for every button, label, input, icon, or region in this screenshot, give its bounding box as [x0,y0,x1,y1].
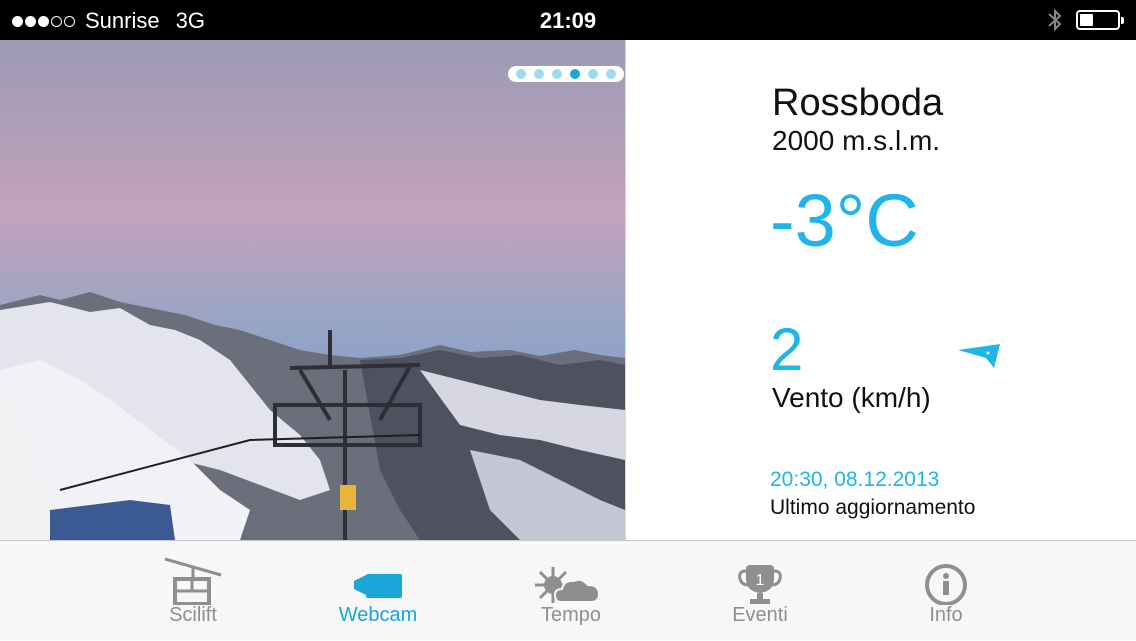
tab-scilift[interactable]: Scilift [133,541,253,641]
tab-tempo[interactable]: Tempo [511,541,631,641]
page-dot[interactable] [516,69,526,79]
last-update-time: 20:30, 08.12.2013 [770,468,940,491]
tab-webcam[interactable]: Webcam [318,541,438,641]
page-dot[interactable] [534,69,544,79]
page-dot[interactable] [588,69,598,79]
tab-label: Webcam [338,604,418,626]
trophy-icon: 1 [738,565,782,604]
trophy-badge: 1 [756,572,765,589]
cable-car-icon [164,557,222,605]
tab-label: Eventi [732,604,788,626]
page-indicator[interactable] [508,66,624,82]
status-bar: Sunrise 3G 21:09 [0,0,1136,40]
webcam-image[interactable] [0,40,625,540]
wind-label: Vento (km/h) [772,382,931,413]
camera-icon [354,574,402,598]
info-icon [925,564,967,605]
page-dot[interactable] [552,69,562,79]
wind-direction-icon [958,344,1000,368]
tab-label: Tempo [540,604,602,626]
weather-panel: Rossboda 2000 m.s.l.m. -3°C 2 Vento (km/… [625,40,1136,540]
tab-bar: Scilift Webcam Tempo 1 Eventi Info [0,540,1136,640]
page-dot[interactable] [606,69,616,79]
clock: 21:09 [539,8,597,33]
location-name: Rossboda [772,82,944,124]
tab-label: Scilift [169,604,217,626]
temperature: -3°C [770,179,919,262]
tab-eventi[interactable]: 1 Eventi [700,541,820,641]
altitude: 2000 m.s.l.m. [772,125,941,156]
battery-icon [1076,10,1124,30]
tab-info[interactable]: Info [886,541,1006,641]
wind-speed: 2 [770,316,804,383]
page-dot[interactable] [570,69,580,79]
mountain-webcam-picture [0,40,625,540]
tab-label: Info [929,604,963,626]
bluetooth-icon [1048,8,1062,32]
last-update-label: Ultimo aggiornamento [770,496,976,519]
sun-cloud-icon [535,567,601,603]
